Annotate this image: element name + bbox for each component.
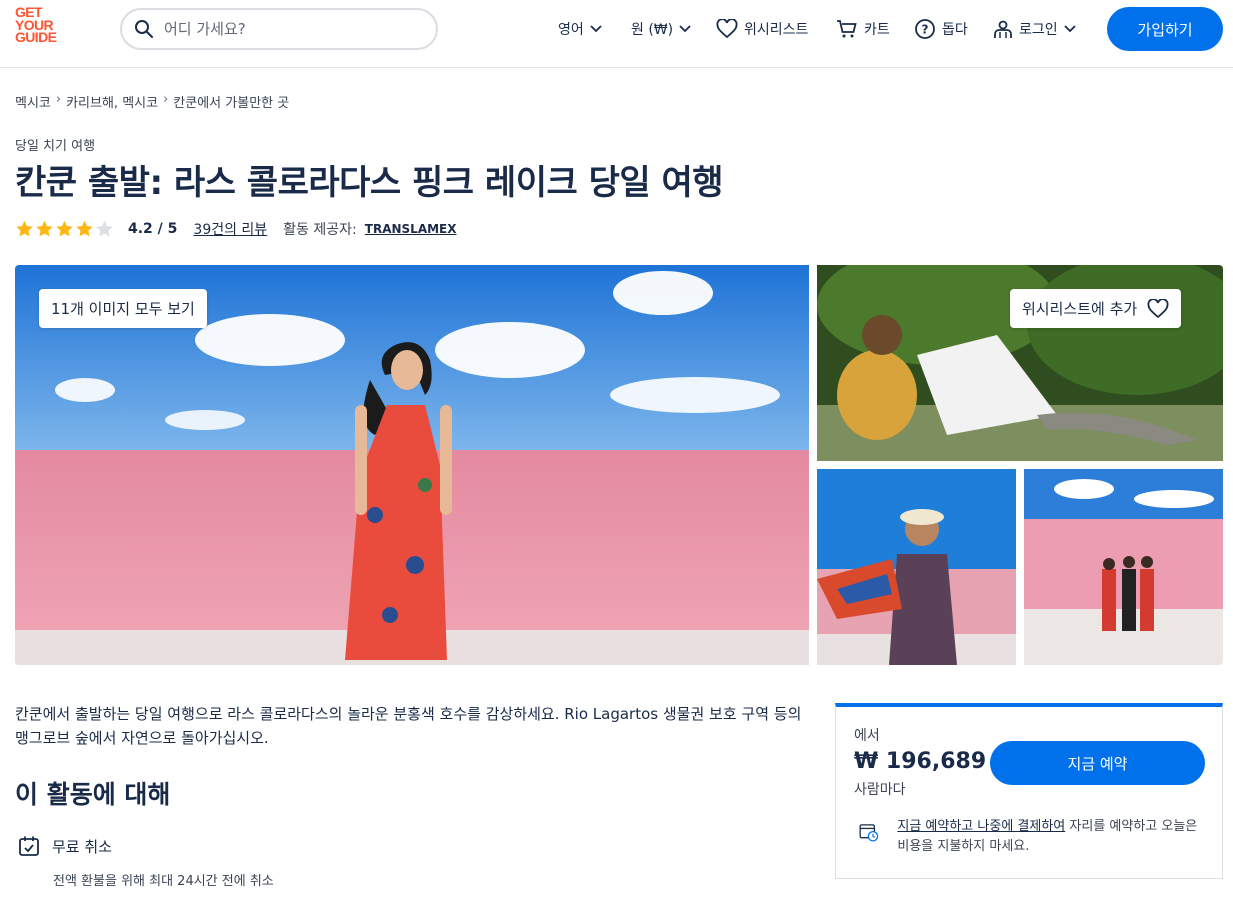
cart-label: 카트 xyxy=(864,22,890,38)
price-per-person: 사람마다 xyxy=(854,782,906,798)
price-from-label: 에서 xyxy=(854,728,880,744)
breadcrumb-item[interactable]: 칸쿤에서 가볼만한 곳 xyxy=(173,92,289,111)
reviews-link[interactable]: 39건의 리뷰 xyxy=(193,219,267,239)
search-icon xyxy=(135,20,153,38)
price-value: ₩ 196,689 xyxy=(854,749,987,774)
star-icon xyxy=(56,220,73,237)
heart-icon xyxy=(716,19,738,39)
heart-icon xyxy=(1147,298,1169,318)
activity-description: 칸쿤에서 출발하는 당일 여행으로 라스 콜로라다스의 놀라운 분홍색 호수를 … xyxy=(15,705,802,747)
logo-line: GUIDE xyxy=(15,29,57,45)
activity-category: 당일 치기 여행 xyxy=(15,139,96,154)
reserve-now-pay-later: 지금 예약하고 나중에 결제하여 자리를 예약하고 오늘은 비용을 지불하지 마… xyxy=(858,817,1208,857)
view-all-images-button[interactable]: 11개 이미지 모두 보기 xyxy=(39,289,207,328)
wishlist-label: 위시리스트 xyxy=(744,22,809,38)
currency-selector[interactable]: 원 (₩) xyxy=(631,18,691,40)
breadcrumb: 멕시코 › 카리브해, 멕시코 › 칸쿤에서 가볼만한 곳 xyxy=(15,92,289,111)
reserve-link[interactable]: 지금 예약하고 나중에 결제하여 xyxy=(897,819,1065,834)
breadcrumb-separator: › xyxy=(163,92,169,107)
login-menu[interactable]: 로그인 xyxy=(993,18,1076,40)
booking-card: 에서 ₩ 196,689 사람마다 지금 예약 지금 예약하고 나중에 결제하여… xyxy=(835,703,1223,879)
site-header: GET YOUR GUIDE 영어 원 (₩) 위시리스트 카트 ? 돕다 로그… xyxy=(0,0,1233,68)
user-icon xyxy=(994,20,1012,38)
search-bar[interactable] xyxy=(120,8,438,50)
login-label: 로그인 xyxy=(1019,22,1058,38)
page-title: 칸쿤 출발: 라스 콜로라다스 핑크 레이크 당일 여행 xyxy=(15,163,724,203)
chevron-down-icon xyxy=(679,25,691,33)
gallery-photo[interactable] xyxy=(817,469,1016,665)
language-label: 영어 xyxy=(558,22,584,38)
gallery-photo[interactable] xyxy=(1024,469,1223,665)
wishlist-link[interactable]: 위시리스트 xyxy=(716,18,808,40)
chevron-down-icon xyxy=(1064,25,1076,33)
provider-link[interactable]: TRANSLAMEX xyxy=(365,222,457,236)
rating-row: 4.2 / 5 39건의 리뷰 활동 제공자: TRANSLAMEX xyxy=(15,219,457,239)
cart-link[interactable]: 카트 xyxy=(836,18,890,40)
star-icon xyxy=(16,220,33,237)
getyourguide-logo[interactable]: GET YOUR GUIDE xyxy=(15,5,73,45)
photo-gallery: 11개 이미지 모두 보기 위시리스트에 추가 xyxy=(15,265,1223,665)
feature-subtitle: 전액 환불을 위해 최대 24시간 전에 취소 xyxy=(53,874,274,889)
help-link[interactable]: ? 돕다 xyxy=(914,18,968,40)
feature-title: 무료 취소 xyxy=(52,837,112,856)
provider-label: 활동 제공자: xyxy=(283,222,357,238)
add-to-wishlist-button[interactable]: 위시리스트에 추가 xyxy=(1010,289,1182,328)
cart-icon xyxy=(837,20,857,38)
breadcrumb-item[interactable]: 카리브해, 멕시코 xyxy=(66,92,158,111)
language-selector[interactable]: 영어 xyxy=(558,18,602,40)
rating-stars xyxy=(15,220,114,238)
reserve-text: 지금 예약하고 나중에 결제하여 자리를 예약하고 오늘은 비용을 지불하지 마… xyxy=(897,817,1208,857)
star-empty-icon xyxy=(96,220,113,237)
help-label: 돕다 xyxy=(942,22,968,38)
chevron-down-icon xyxy=(590,25,602,33)
breadcrumb-item[interactable]: 멕시코 xyxy=(15,92,51,111)
search-input[interactable] xyxy=(164,20,414,38)
breadcrumb-separator: › xyxy=(55,92,62,107)
add-to-wishlist-label: 위시리스트에 추가 xyxy=(1022,300,1138,318)
signup-button[interactable]: 가입하기 xyxy=(1107,7,1223,51)
svg-text:?: ? xyxy=(922,23,929,37)
help-icon: ? xyxy=(915,19,935,39)
calendar-clock-icon xyxy=(859,824,879,842)
rating-value: 4.2 / 5 xyxy=(128,221,178,237)
star-icon xyxy=(36,220,53,237)
calendar-check-icon xyxy=(19,836,39,856)
about-heading: 이 활동에 대해 xyxy=(15,780,171,809)
currency-label: 원 (₩) xyxy=(631,22,674,38)
star-icon xyxy=(76,220,93,237)
free-cancellation-feature: 무료 취소 xyxy=(18,835,112,857)
book-now-button[interactable]: 지금 예약 xyxy=(990,741,1205,785)
